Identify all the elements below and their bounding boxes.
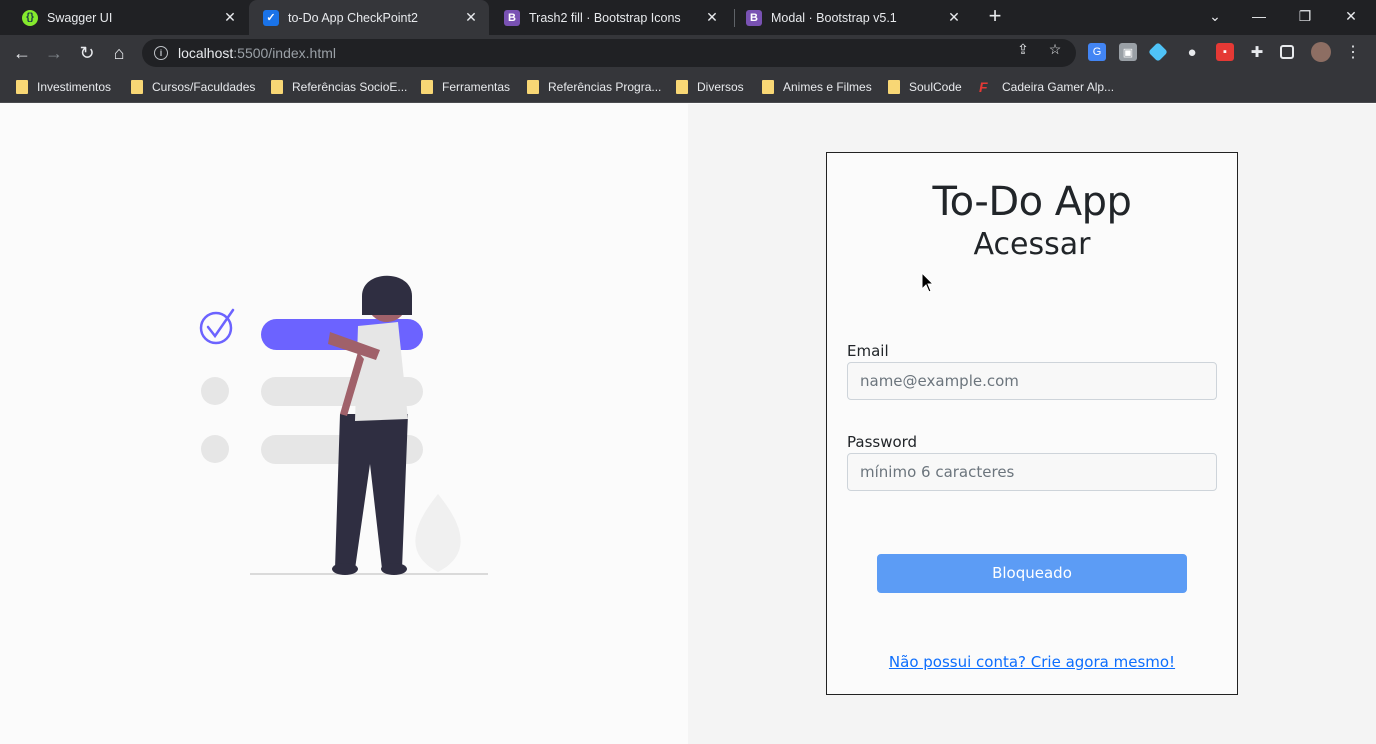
illustration-pane: [0, 104, 688, 744]
bookmark-cadeira-gamer[interactable]: F Cadeira Gamer Alp...: [979, 77, 1114, 97]
menu-kebab-icon[interactable]: ⋮: [1344, 43, 1362, 61]
todo-illustration: [199, 275, 488, 575]
check-circle-icon: [199, 308, 235, 345]
bookmark-label: Diversos: [697, 80, 744, 94]
bookmark-investimentos[interactable]: Investimentos: [16, 77, 111, 97]
bookmark-label: Cursos/Faculdades: [152, 80, 256, 94]
tab-bootstrap-icons[interactable]: B Trash2 fill · Bootstrap Icons ✕: [490, 0, 730, 35]
plant-leaf: [415, 494, 461, 572]
swagger-icon: {}: [22, 9, 38, 26]
close-tab-icon[interactable]: ✕: [704, 9, 720, 26]
home-icon[interactable]: ⌂: [105, 39, 133, 67]
close-tab-icon[interactable]: ✕: [222, 9, 238, 26]
tag-extension-icon[interactable]: [1148, 42, 1168, 62]
reload-icon[interactable]: ↻: [73, 39, 101, 67]
app-title: To-Do App: [932, 179, 1132, 225]
folder-icon: [421, 80, 433, 94]
f-logo-icon: F: [979, 79, 988, 95]
tab-todo-app[interactable]: ✓ to-Do App CheckPoint2 ✕: [249, 0, 489, 35]
translate-extension-icon[interactable]: G: [1088, 43, 1106, 61]
new-tab-button[interactable]: +: [984, 5, 1006, 28]
back-icon[interactable]: ←: [8, 39, 36, 67]
url-host: localhost: [178, 45, 234, 61]
bookmark-label: Referências SocioE...: [292, 80, 408, 94]
bookmark-ferramentas[interactable]: Ferramentas: [421, 77, 510, 97]
restore-button[interactable]: ❐: [1282, 0, 1328, 32]
bookmark-label: Cadeira Gamer Alp...: [1002, 80, 1115, 94]
login-heading: Acessar: [973, 227, 1091, 262]
bookmark-animes[interactable]: Animes e Filmes: [762, 77, 872, 97]
todo-dot: [201, 435, 229, 463]
bookmark-label: Referências Progra...: [548, 80, 662, 94]
email-field[interactable]: [847, 362, 1217, 400]
profile-avatar[interactable]: [1311, 42, 1331, 62]
bookmark-diversos[interactable]: Diversos: [676, 77, 744, 97]
tab-bootstrap-modal[interactable]: B Modal · Bootstrap v5.1 ✕: [732, 0, 972, 35]
bookmark-referencias-socio[interactable]: Referências SocioE...: [271, 77, 407, 97]
tab-title: Trash2 fill · Bootstrap Icons: [529, 10, 681, 25]
folder-icon: [527, 80, 539, 94]
tab-swagger[interactable]: {} Swagger UI ✕: [8, 0, 248, 35]
close-tab-icon[interactable]: ✕: [463, 9, 479, 26]
login-button[interactable]: Bloqueado: [877, 554, 1187, 593]
address-bar[interactable]: i localhost:5500/index.html: [142, 39, 1076, 67]
bookmark-label: Animes e Filmes: [783, 80, 872, 94]
checkbox-icon: ✓: [263, 9, 279, 26]
bootstrap-icon: B: [504, 9, 520, 26]
password-field[interactable]: [847, 453, 1217, 491]
folder-icon: [888, 80, 900, 94]
folder-icon: [131, 80, 143, 94]
browser-toolbar: ← → ↻ ⌂ i localhost:5500/index.html ⇪ ☆ …: [0, 35, 1376, 71]
todo-dot: [201, 377, 229, 405]
site-info-icon[interactable]: i: [154, 46, 168, 60]
bootstrap-icon: B: [746, 9, 762, 26]
tab-title: to-Do App CheckPoint2: [288, 10, 418, 25]
folder-icon: [271, 80, 283, 94]
tab-strip: {} Swagger UI ✕ ✓ to-Do App CheckPoint2 …: [0, 0, 1376, 35]
url-path: :5500/index.html: [233, 45, 336, 61]
tab-search-icon[interactable]: ⌄: [1192, 0, 1238, 32]
folder-icon: [762, 80, 774, 94]
bookmark-star-icon[interactable]: ☆: [1047, 41, 1063, 57]
signup-link[interactable]: Não possui conta? Crie agora mesmo!: [827, 653, 1237, 671]
email-label: Email: [847, 342, 889, 360]
record-extension-icon[interactable]: ▪: [1216, 43, 1234, 61]
share-icon[interactable]: ⇪: [1015, 41, 1031, 57]
bookmark-label: SoulCode: [909, 80, 962, 94]
close-window-button[interactable]: ✕: [1328, 0, 1374, 32]
bookmark-cursos[interactable]: Cursos/Faculdades: [131, 77, 255, 97]
bookmarks-bar: Investimentos Cursos/Faculdades Referênc…: [0, 71, 1376, 103]
mouse-cursor-icon: [921, 272, 935, 293]
folder-icon: [676, 80, 688, 94]
close-tab-icon[interactable]: ✕: [946, 9, 962, 26]
minimize-button[interactable]: —: [1236, 0, 1282, 32]
apple-extension-icon[interactable]: ●: [1183, 43, 1201, 61]
tab-title: Swagger UI: [47, 10, 113, 25]
forward-icon[interactable]: →: [40, 39, 68, 67]
folder-icon: [16, 80, 28, 94]
bookmark-referencias-progra[interactable]: Referências Progra...: [527, 77, 661, 97]
bookmark-soulcode[interactable]: SoulCode: [888, 77, 962, 97]
extension-icon[interactable]: ▣: [1119, 43, 1137, 61]
extensions-puzzle-icon[interactable]: ✚: [1248, 43, 1266, 61]
bookmark-label: Ferramentas: [442, 80, 511, 94]
tab-title: Modal · Bootstrap v5.1: [771, 10, 897, 25]
password-label: Password: [847, 433, 918, 451]
login-card: To-Do App Acessar Email Password Bloquea…: [826, 152, 1238, 695]
bookmark-label: Investimentos: [37, 80, 112, 94]
side-panel-icon[interactable]: [1280, 45, 1294, 59]
